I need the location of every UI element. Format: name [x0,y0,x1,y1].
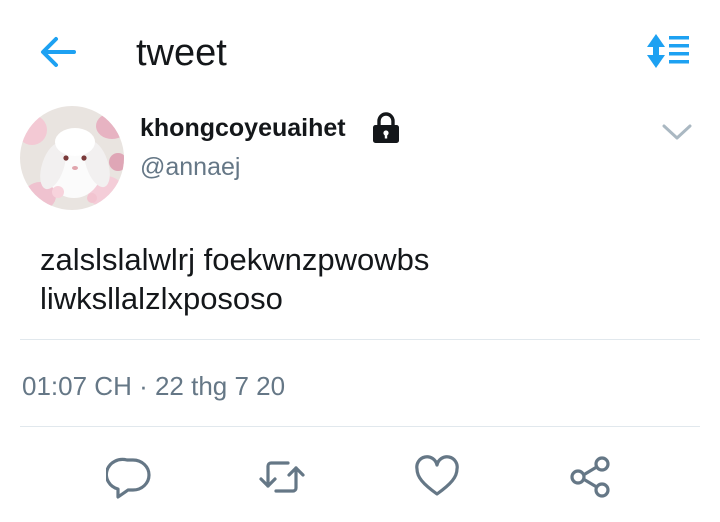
sort-toggle-icon [647,34,689,68]
sort-toggle-button[interactable] [645,33,691,69]
reply-icon [106,457,151,499]
avatar[interactable] [20,106,124,210]
heart-icon [415,455,459,496]
author-handle[interactable]: @annaej [140,151,240,183]
tweet-text: zalslslalwlrj foekwnzpwowbs liwksllalzlx… [40,242,430,316]
lock-icon [371,112,401,144]
reply-button[interactable] [106,455,154,499]
top-bar: tweet [0,0,720,105]
bunny-with-flowers-avatar [20,106,124,210]
retweet-button[interactable] [258,455,306,499]
arrow-left-icon [41,37,76,67]
tweet-options-button[interactable] [660,120,694,144]
divider [20,339,700,340]
like-button[interactable] [413,455,461,499]
chevron-down-icon [662,124,692,140]
tweet-timestamp: 01:07 CH · 22 thg 7 20 [22,371,286,401]
author-display-name[interactable]: khongcoyeuaihet [140,112,346,144]
divider [20,426,700,427]
share-button[interactable] [566,455,614,499]
back-button[interactable] [36,32,80,72]
retweet-icon [259,461,305,493]
share-icon [570,456,610,498]
page-title: tweet [136,32,227,74]
